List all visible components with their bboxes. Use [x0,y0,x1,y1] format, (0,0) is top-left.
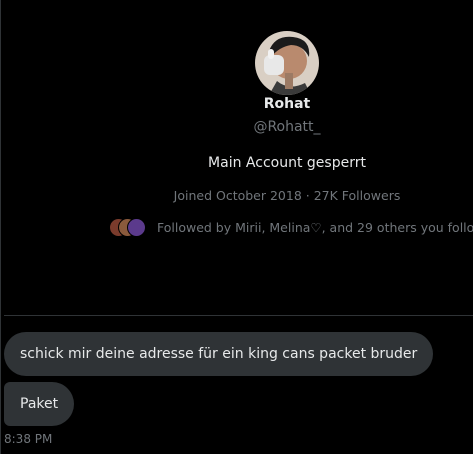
profile-join-followers: Joined October 2018 · 27K Followers [173,188,401,203]
profile-display-name: Rohat [263,96,311,112]
message-bubble[interactable]: schick mir deine adresse für ein king ca… [4,332,434,376]
message-timestamp: 8:38 PM [4,432,53,446]
profile-bio: Main Account gesperrt [208,155,366,171]
followed-by-row[interactable]: Followed by Mirii, Melina♡, and 29 other… [109,216,473,238]
profile-divider [4,315,473,316]
followed-by-text: Followed by Mirii, Melina♡, and 29 other… [157,219,473,235]
mutual-avatars [109,217,146,237]
profile-handle: @Rohatt_ [253,119,321,135]
message-bubble[interactable]: Paket [4,382,75,426]
conversation-profile-card[interactable]: Rohat @Rohatt_ Main Account gesperrt Joi… [0,0,473,316]
mutual-avatar-3-icon [127,218,146,237]
profile-photo-icon [255,31,319,95]
profile-avatar[interactable] [255,31,319,95]
